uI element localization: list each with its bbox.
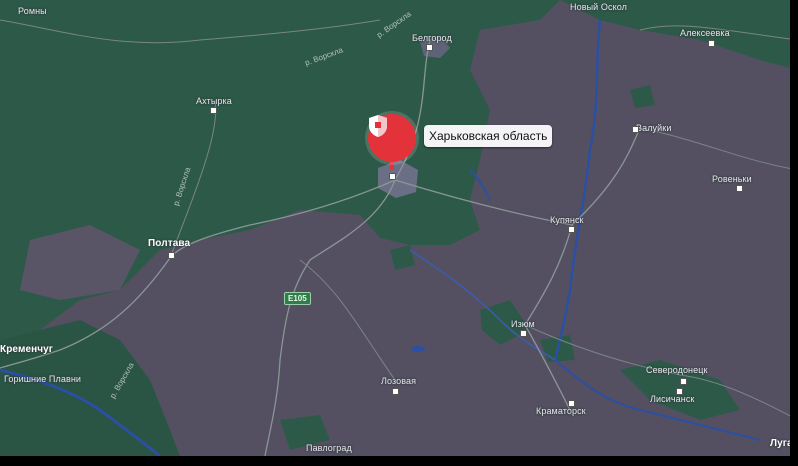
city-label[interactable]: Ахтырка (196, 96, 232, 106)
city-label[interactable]: Лозовая (381, 376, 416, 386)
city-label[interactable]: Белгород (412, 33, 452, 43)
shield-icon (369, 115, 387, 137)
region-label[interactable]: Харьковская область (424, 125, 553, 147)
city-dot (632, 126, 639, 133)
frame-border (0, 456, 798, 466)
city-label[interactable]: Кременчуг (0, 344, 53, 355)
city-dot (426, 44, 433, 51)
city-dot (676, 388, 683, 395)
city-label[interactable]: Полтава (148, 238, 190, 249)
city-dot (520, 330, 527, 337)
map-canvas[interactable]: Белгород Ахтырка Полтава Купянск Изюм Ва… (0, 0, 798, 466)
city-label[interactable]: Ровеньки (712, 174, 752, 184)
city-label[interactable]: Купянск (550, 215, 584, 225)
city-dot (168, 252, 175, 259)
city-label[interactable]: Ромны (18, 6, 47, 16)
lake (411, 346, 425, 352)
city-label[interactable]: Северодонецк (646, 365, 708, 375)
city-label[interactable]: Новый Оскол (570, 2, 627, 12)
city-dot (568, 226, 575, 233)
city-dot (680, 378, 687, 385)
city-dot-kharkiv (389, 173, 396, 180)
city-dot (568, 400, 575, 407)
city-label[interactable]: Алексеевка (680, 28, 730, 38)
city-dot (736, 185, 743, 192)
city-label[interactable]: Изюм (511, 319, 535, 329)
city-dot (210, 107, 217, 114)
city-label[interactable]: Горишние Плавни (4, 374, 81, 384)
region-marker[interactable] (368, 114, 416, 162)
city-label[interactable]: Валуйки (636, 123, 671, 133)
city-dot (392, 388, 399, 395)
city-label[interactable]: Павлоград (306, 443, 352, 453)
frame-border (790, 0, 798, 466)
road-number-badge: E105 (284, 292, 311, 305)
city-label[interactable]: Краматорск (536, 406, 586, 416)
city-label[interactable]: Лисичанск (650, 394, 694, 404)
city-dot (708, 40, 715, 47)
